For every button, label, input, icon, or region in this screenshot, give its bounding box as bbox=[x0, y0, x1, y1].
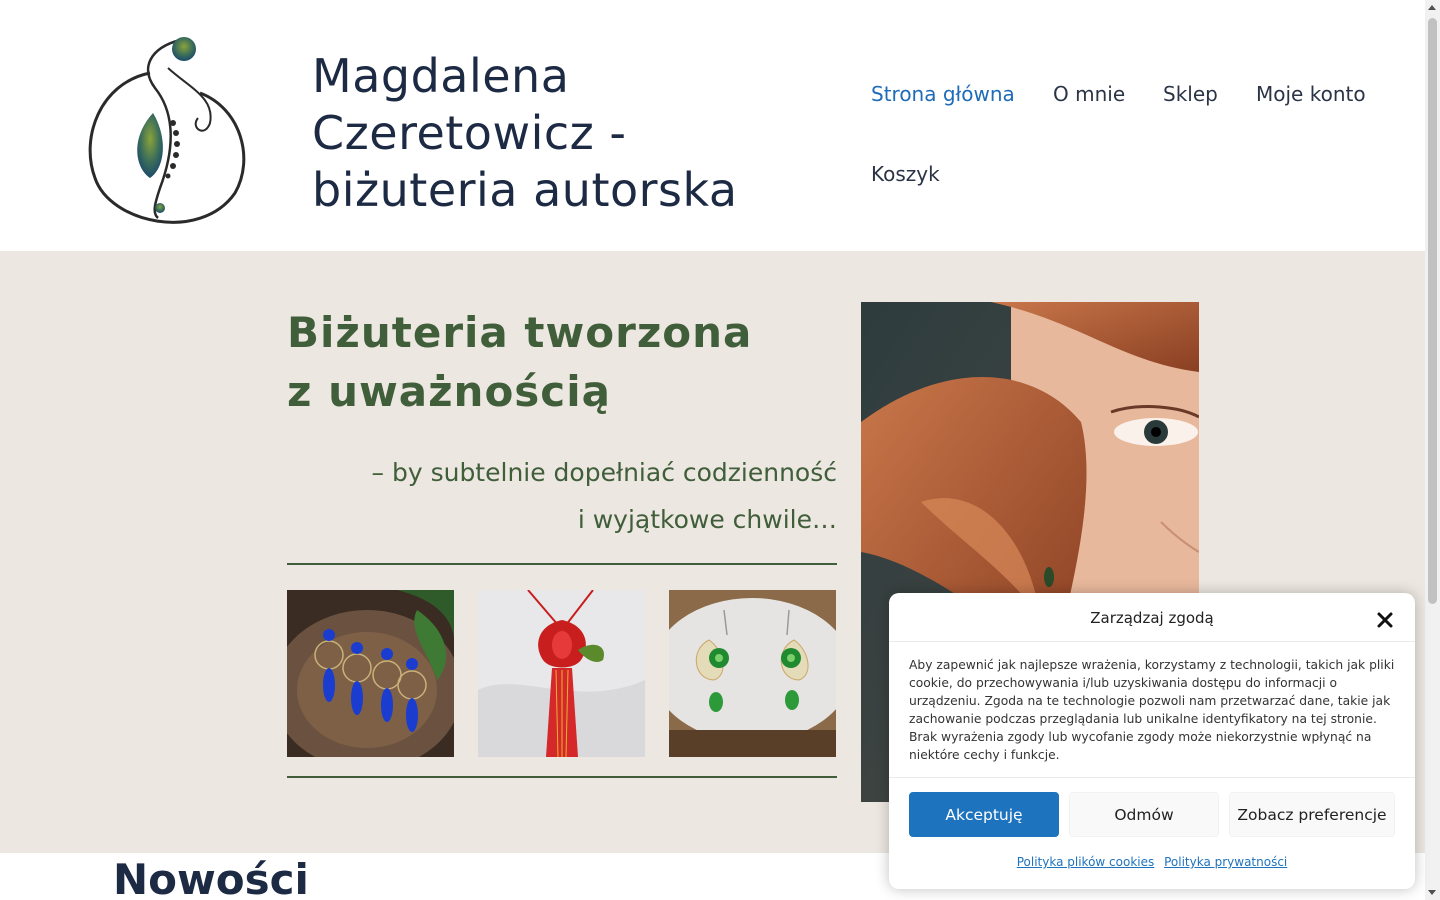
hero-title-line: Biżuteria tworzona bbox=[287, 308, 753, 357]
product-thumbnail[interactable] bbox=[669, 590, 836, 757]
divider-top bbox=[287, 563, 837, 565]
nav-item-cart[interactable]: Koszyk bbox=[871, 162, 940, 186]
scroll-up-icon[interactable] bbox=[1428, 5, 1436, 10]
product-thumbnail[interactable] bbox=[287, 590, 454, 757]
product-thumbnail[interactable] bbox=[478, 590, 645, 757]
accept-button[interactable]: Akceptuję bbox=[909, 792, 1059, 837]
divider-bottom bbox=[287, 776, 837, 778]
cookie-dialog-text: Aby zapewnić jak najlepsze wrażenia, kor… bbox=[909, 658, 1395, 762]
cookie-policy-links: Polityka plików cookies Polityka prywatn… bbox=[889, 855, 1415, 869]
close-icon[interactable] bbox=[1375, 610, 1395, 630]
nav-item-shop[interactable]: Sklep bbox=[1163, 82, 1218, 106]
cookie-policy-link[interactable]: Polityka plików cookies bbox=[1017, 855, 1155, 869]
scroll-down-icon[interactable] bbox=[1428, 890, 1436, 895]
privacy-policy-link[interactable]: Polityka prywatności bbox=[1164, 855, 1287, 869]
deny-button[interactable]: Odmów bbox=[1069, 792, 1219, 837]
site-logo[interactable] bbox=[80, 28, 250, 234]
blue-earrings-image bbox=[287, 590, 454, 757]
divider bbox=[889, 641, 1415, 642]
site-title[interactable]: Magdalena Czeretowicz - biżuteria autors… bbox=[312, 48, 772, 219]
green-earrings-image bbox=[669, 590, 836, 757]
hero-subtitle-line: – by subtelnie dopełniać codzienność bbox=[371, 458, 837, 487]
cookie-dialog-title: Zarządzaj zgodą bbox=[1090, 609, 1214, 627]
scrollbar-thumb[interactable] bbox=[1428, 18, 1437, 604]
hero-subtitle: – by subtelnie dopełniać codzienność i w… bbox=[287, 449, 837, 543]
page-scrollbar[interactable] bbox=[1425, 0, 1440, 900]
red-pendant-image bbox=[478, 590, 645, 757]
nav-item-home[interactable]: Strona główna bbox=[871, 82, 1015, 106]
treble-clef-logo-icon bbox=[88, 37, 246, 224]
preferences-button[interactable]: Zobacz preferencje bbox=[1229, 792, 1395, 837]
nav-item-about[interactable]: O mnie bbox=[1053, 82, 1125, 106]
cookie-consent-dialog: Zarządzaj zgodą Aby zapewnić jak najleps… bbox=[889, 593, 1415, 889]
hero-subtitle-line: i wyjątkowe chwile… bbox=[577, 505, 837, 534]
divider bbox=[889, 777, 1415, 778]
section-title-new: Nowości bbox=[113, 855, 309, 900]
hero-title-line: z uważnością bbox=[287, 367, 611, 416]
hero-title: Biżuteria tworzona z uważnością bbox=[287, 303, 847, 421]
site-header: Magdalena Czeretowicz - biżuteria autors… bbox=[0, 0, 1425, 251]
nav-item-account[interactable]: Moje konto bbox=[1256, 82, 1366, 106]
